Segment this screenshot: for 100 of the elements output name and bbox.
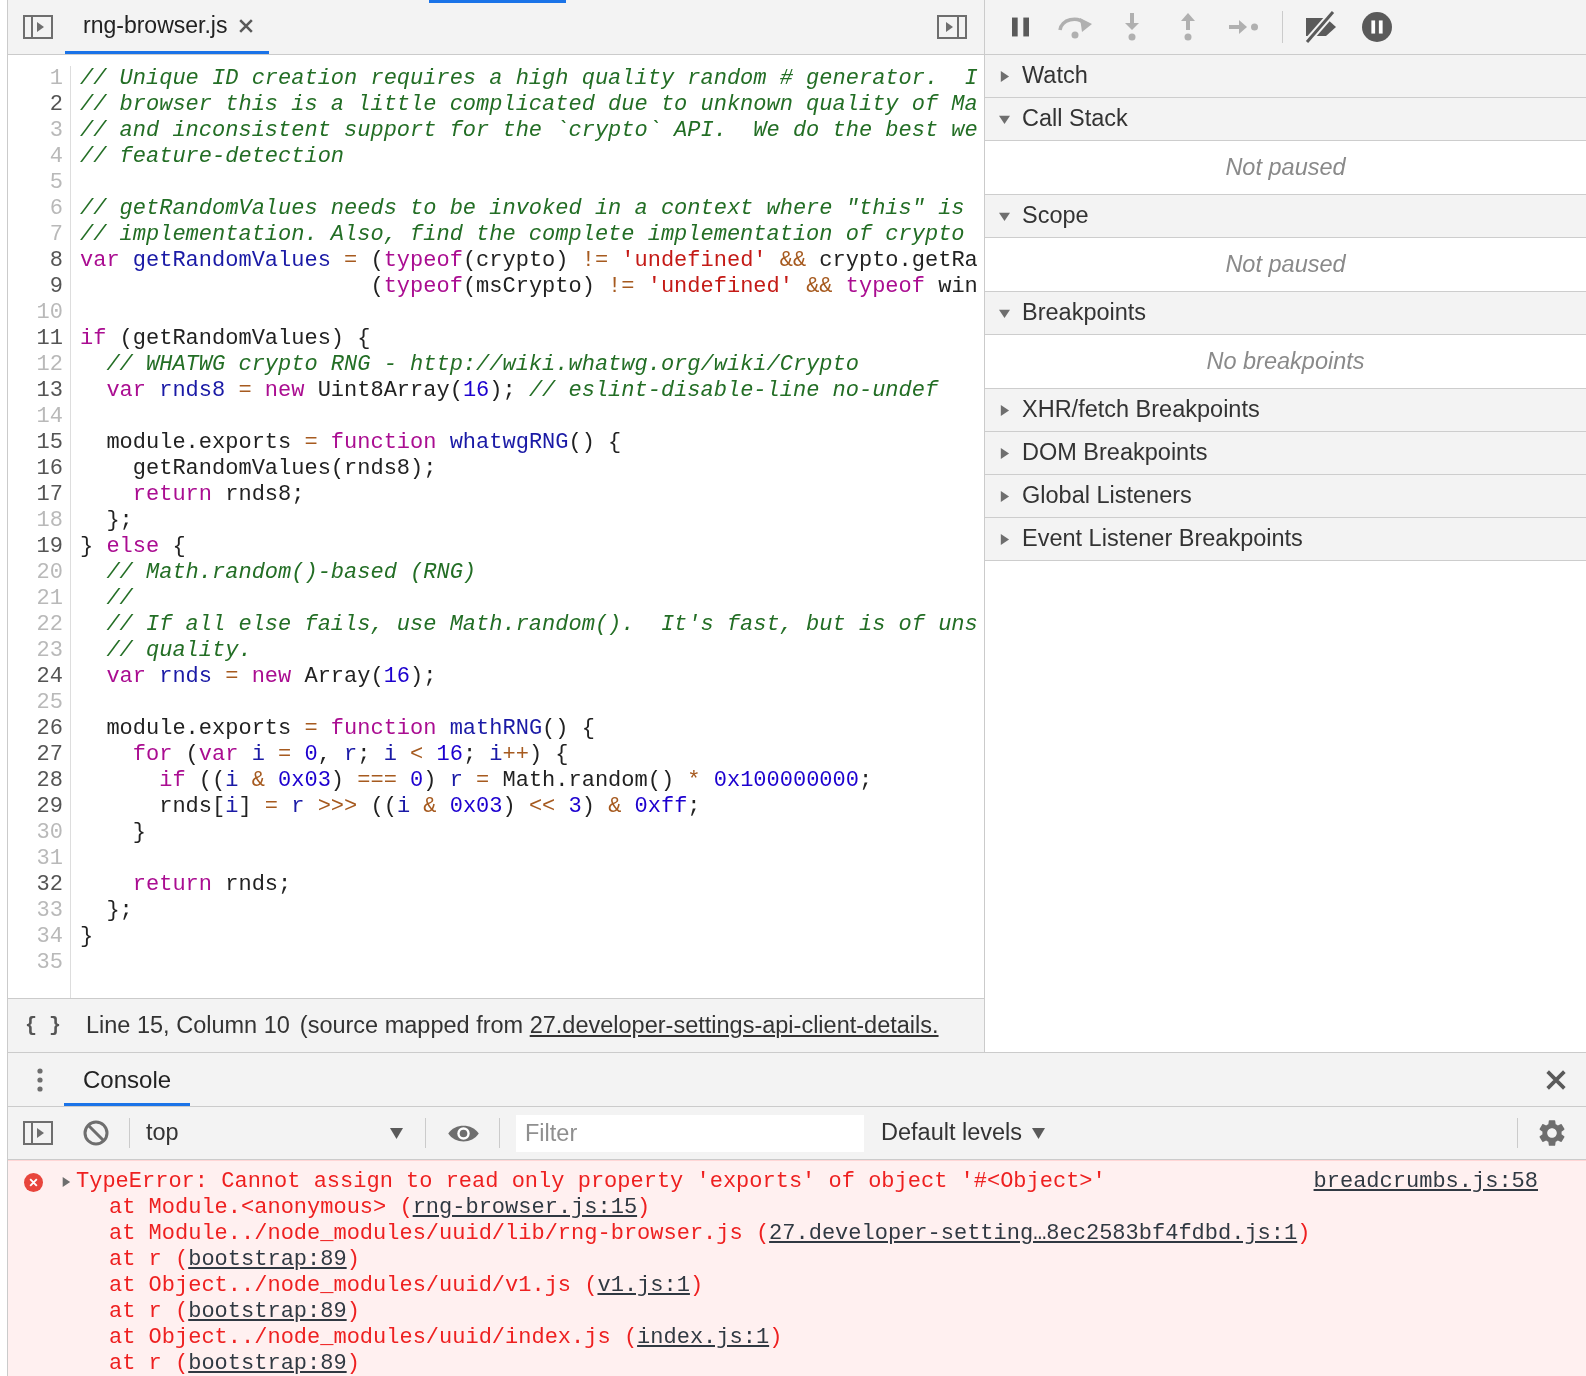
code-line: // Math.random()-based (RNG) — [105, 560, 477, 586]
expanded-triangle-icon[interactable] — [999, 113, 1010, 125]
code-line: if (getRandomValues) { — [80, 326, 371, 352]
line-number: 20 — [36, 560, 63, 586]
stack-frame: at Object../node_modules/uuid/index.js (index.js:1) — [109, 1325, 783, 1351]
line-number: 28 — [36, 768, 63, 794]
source-link[interactable]: bootstrap:89 — [188, 1299, 347, 1324]
line-number: 1 — [49, 66, 63, 92]
empty-message: Not paused — [1225, 249, 1346, 279]
collapsed-triangle-icon[interactable] — [999, 447, 1010, 459]
line-number: 25 — [36, 690, 63, 716]
code-line: module.exports = function mathRNG() { — [105, 716, 595, 742]
pause-on-exceptions-icon[interactable] — [1362, 12, 1392, 42]
collapsed-triangle-icon[interactable] — [61, 1176, 71, 1188]
source-link[interactable]: 27.developer-setting…8ec2583bf4fdbd.js:1 — [769, 1221, 1298, 1246]
close-icon[interactable] — [239, 18, 254, 33]
context-selector[interactable]: top — [146, 1113, 409, 1153]
section-header[interactable]: XHR/fetch Breakpoints — [985, 389, 1586, 432]
stack-frame: at r (bootstrap:89) — [109, 1351, 360, 1376]
line-number: 14 — [36, 404, 63, 430]
code-line: // If all else fails, use Math.random(). It's fast, but is of uns — [105, 612, 978, 638]
more-options-icon[interactable] — [37, 1067, 43, 1092]
empty-message: Not paused — [1225, 152, 1346, 182]
code-line: rnds[i] = r >>> ((i & 0x03) << 3) & 0xff; — [158, 794, 701, 820]
caret-down-icon — [390, 1127, 403, 1139]
code-line: if ((i & 0x03) === 0) r = Math.random() * 0x100000000; — [158, 768, 873, 794]
section-header[interactable]: DOM Breakpoints — [985, 432, 1586, 475]
line-number: 11 — [36, 326, 63, 352]
code-line: }; — [105, 898, 133, 924]
line-number: 6 — [49, 196, 63, 222]
source-link[interactable]: bootstrap:89 — [188, 1351, 347, 1376]
line-number: 16 — [36, 456, 63, 482]
code-line: module.exports = function whatwgRNG() { — [105, 430, 622, 456]
line-number: 2 — [49, 92, 63, 118]
collapsed-triangle-icon[interactable] — [999, 490, 1010, 502]
expanded-triangle-icon[interactable] — [999, 307, 1010, 319]
collapsed-triangle-icon[interactable] — [999, 404, 1010, 416]
stack-frame: at Object../node_modules/uuid/v1.js (v1.js:1) — [109, 1273, 704, 1299]
source-link[interactable]: breadcrumbs.js:58 — [1313, 1169, 1538, 1195]
log-levels-dropdown[interactable]: Default levels — [881, 1113, 1046, 1153]
pretty-print-button[interactable]: { } — [25, 1010, 61, 1041]
line-number: 4 — [49, 144, 63, 170]
source-link[interactable]: index.js:1 — [637, 1325, 770, 1350]
source-link[interactable]: rng-browser.js:15 — [412, 1195, 638, 1220]
cursor-position: Line 15, Column 10 — [86, 1010, 290, 1040]
line-number: 30 — [36, 820, 63, 846]
code-line: // feature-detection — [80, 144, 345, 170]
line-number: 32 — [36, 872, 63, 898]
source-link[interactable]: bootstrap:89 — [188, 1247, 347, 1272]
stack-frame: at Module../node_modules/uuid/lib/rng-browser.js (27.developer-setting…8ec2583bf4fdbd.js:1) — [109, 1221, 1311, 1247]
source-map-link[interactable]: 27.developer-settings-api-client-details. — [529, 1011, 939, 1038]
debugger-sidebar-toggle-icon[interactable] — [937, 15, 967, 39]
pause-icon[interactable] — [1011, 17, 1029, 37]
collapsed-triangle-icon[interactable] — [999, 70, 1010, 82]
line-number: 8 — [49, 248, 63, 274]
source-link[interactable]: v1.js:1 — [597, 1273, 690, 1298]
section-header[interactable]: Scope — [985, 195, 1586, 238]
line-number: 35 — [36, 950, 63, 976]
line-number: 9 — [49, 274, 63, 300]
clear-console-icon[interactable] — [83, 1120, 109, 1146]
code-line: // browser this is a little complicated due to unknown quality of Ma — [80, 92, 978, 118]
console-sidebar-toggle-icon[interactable] — [23, 1121, 53, 1145]
section-header[interactable]: Global Listeners — [985, 475, 1586, 518]
line-number: 31 — [36, 846, 63, 872]
line-number: 17 — [36, 482, 63, 508]
line-number: 26 — [36, 716, 63, 742]
code-line: return rnds8; — [131, 482, 305, 508]
code-line: } — [80, 924, 94, 950]
line-number: 19 — [36, 534, 63, 560]
code-line: // quality. — [105, 638, 252, 664]
section-header[interactable]: Breakpoints — [985, 292, 1586, 335]
line-number: 3 — [49, 118, 63, 144]
expanded-triangle-icon[interactable] — [999, 210, 1010, 222]
stack-frame: at r (bootstrap:89) — [109, 1247, 360, 1273]
section-header[interactable]: Call Stack — [985, 98, 1586, 141]
console-message: TypeError: Cannot assign to read only property 'exports' of object '#<Object>' — [76, 1169, 1106, 1195]
section-header[interactable]: Event Listener Breakpoints — [985, 518, 1586, 561]
code-line: getRandomValues(rnds8); — [131, 456, 437, 482]
code-line: } — [131, 820, 146, 846]
line-number: 34 — [36, 924, 63, 950]
line-number: 33 — [36, 898, 63, 924]
line-number: 12 — [36, 352, 63, 378]
stack-frame: at Module.<anonymous> (rng-browser.js:15) — [109, 1195, 651, 1221]
line-number: 29 — [36, 794, 63, 820]
line-number: 13 — [36, 378, 63, 404]
source-map-info: (source mapped from 27.developer-settings-api-client-details. — [299, 1010, 939, 1040]
close-icon[interactable] — [1546, 1069, 1566, 1090]
line-number: 27 — [36, 742, 63, 768]
code-line: } else { — [80, 534, 186, 560]
filter-field[interactable]: Filter — [516, 1114, 864, 1152]
collapsed-triangle-icon[interactable] — [999, 533, 1010, 545]
line-number: 23 — [36, 638, 63, 664]
code-line: for (var i = 0, r; i < 16; i++) { — [131, 742, 569, 768]
navigator-toggle-icon[interactable] — [23, 15, 53, 39]
code-line: }; — [105, 508, 133, 534]
line-number: 10 — [36, 300, 63, 326]
line-number: 21 — [36, 586, 63, 612]
code-line: // Unique ID creation requires a high quality random # generator. I — [80, 66, 978, 92]
line-number: 22 — [36, 612, 63, 638]
section-header[interactable]: Watch — [985, 55, 1586, 98]
